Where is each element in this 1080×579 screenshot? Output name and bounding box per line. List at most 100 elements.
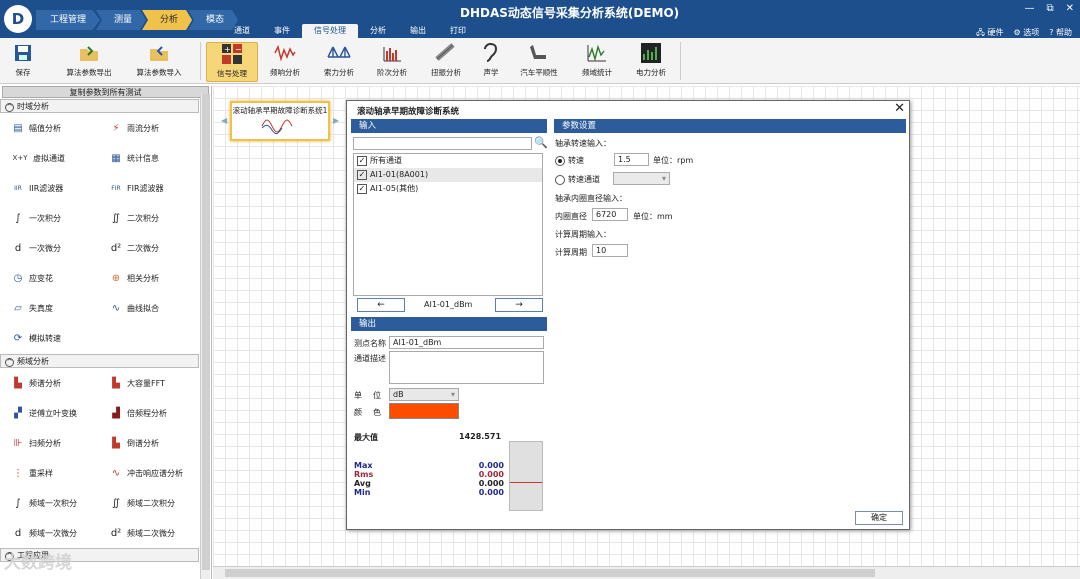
algo-iir-filter[interactable]: IIR IIR滤波器 [0,173,98,203]
acoustics-button[interactable]: 声学 [474,42,508,82]
algo-virtual-channel[interactable]: X+Y 虚拟通道 [0,143,98,173]
algo-sim-speed[interactable]: ⟳ 模拟转速 [0,323,98,353]
algo-amplitude[interactable]: ▤ 幅值分析 [0,113,98,143]
point-name-input[interactable]: AI1-01_dBm [389,336,544,349]
collapse-icon: ^ [5,103,14,112]
algo-freq-integral-2[interactable]: ∬ 频域二次积分 [98,488,196,518]
speed-channel-select[interactable]: ▾ [613,172,670,185]
current-channel-label: AI1-01_dBm [424,300,473,309]
algo-cepstrum[interactable]: ▙ 倒谱分析 [98,428,196,458]
freq-domain-section[interactable]: ^ 频域分析 [0,354,199,368]
checkbox-checked-icon[interactable]: ✓ [357,183,367,194]
derivative-icon: d [14,527,22,539]
unit-label: 单位 [354,391,381,400]
restore-button[interactable]: ⧉ [1046,3,1053,14]
radio-selected-icon[interactable] [555,155,565,166]
search-icon[interactable]: 🔍 [534,136,548,149]
close-window-button[interactable]: ✕ [1066,3,1074,14]
torsion-analysis-button[interactable]: 扭振分析 [424,42,468,82]
algo-resample[interactable]: ⋮ 重采样 [0,458,98,488]
channel-search-input[interactable] [353,137,532,150]
minimize-button[interactable]: — [1024,3,1034,14]
algo-correlation[interactable]: ⊕ 相关分析 [98,263,196,293]
resample-icon: ⋮ [13,467,23,479]
speed-input[interactable]: 1.5 [614,153,649,166]
freq-response-button[interactable]: 频响分析 [262,42,308,82]
ok-button[interactable]: 确定 [855,511,903,525]
speed-channel-radio[interactable]: 转速通道 [555,174,600,185]
algo-integral-1[interactable]: ∫ 一次积分 [0,203,98,233]
algo-spectrum[interactable]: ▙ 频谱分析 [0,368,98,398]
algo-derivative-1[interactable]: d 一次微分 [0,233,98,263]
import-params-button[interactable]: 算法参数导入 [130,42,188,82]
tab-analysis[interactable]: 分析 [358,24,398,38]
algo-curve-fit[interactable]: ∿ 曲线拟合 [98,293,196,323]
channel-all[interactable]: ✓ 所有通道 [354,154,542,168]
checkbox-checked-icon[interactable]: ✓ [357,169,367,180]
export-params-button[interactable]: 算法参数导出 [60,42,118,82]
algo-strain-rosette[interactable]: ◷ 应变花 [0,263,98,293]
algo-freq-integral-1[interactable]: ∫ 频域一次积分 [0,488,98,518]
tab-print[interactable]: 打印 [438,24,478,38]
next-channel-button[interactable]: → [495,298,543,312]
sim-speed-icon: ⟳ [13,332,23,344]
algo-derivative-2[interactable]: d² 二次微分 [98,233,196,263]
scrollbar-thumb[interactable] [202,94,210,570]
order-analysis-button[interactable]: 阶次分析 [370,42,414,82]
workflow-steps: 工程管理 测量 分析 模态 [36,10,239,30]
time-domain-section[interactable]: ^ 时域分析 [0,99,199,113]
algo-freq-derivative-1[interactable]: d 频域一次微分 [0,518,98,548]
save-button[interactable]: 保存 [4,42,42,82]
algo-sweep[interactable]: ⊪ 扫频分析 [0,428,98,458]
channel-desc-input[interactable] [389,351,544,384]
algo-octave[interactable]: ▟ 倍频程分析 [98,398,196,428]
sidebar-scrollbar[interactable] [200,94,210,579]
checkbox-checked-icon[interactable]: ✓ [357,155,367,166]
algo-statistics[interactable]: ▦ 统计信息 [98,143,196,173]
copy-params-all-button[interactable]: 复制参数到所有测试 [2,86,209,98]
algo-freq-derivative-2[interactable]: d² 频域二次微分 [98,518,196,548]
iir-filter-icon: IIR [14,184,22,192]
prev-channel-button[interactable]: ← [357,298,405,312]
freq-stat-button[interactable]: 频域统计 [576,42,618,82]
algo-distortion[interactable]: ▱ 失真度 [0,293,98,323]
workflow-step-measure[interactable]: 测量 [96,10,147,30]
channel-ai1-05[interactable]: ✓ AI1-05(其他) [354,182,542,196]
scrollbar-thumb[interactable] [225,569,875,577]
tab-signal-processing[interactable]: 信号处理 [302,24,358,38]
algo-fir-filter[interactable]: FIR FIR滤波器 [98,173,196,203]
tab-output[interactable]: 输出 [398,24,438,38]
channel-ai1-01[interactable]: ✓ AI1-01(8A001) [354,168,542,182]
radio-unselected-icon[interactable] [555,174,565,185]
bearing-diagnosis-node[interactable]: 滚动轴承早期故障诊断系统1 [230,101,330,141]
cable-force-button[interactable]: 索力分析 [316,42,362,82]
rainflow-icon: ⚡ [112,122,120,134]
speed-radio[interactable]: 转速 [555,155,584,166]
tab-event[interactable]: 事件 [262,24,302,38]
workflow-step-analysis[interactable]: 分析 [142,10,193,30]
svg-text:+: + [224,45,231,54]
algorithm-sidebar: 复制参数到所有测试 ^ 时域分析 ▤ 幅值分析 ⚡ 雨流分析 X+Y 虚拟通道 ▦ 统计信… [0,86,212,579]
signal-processing-button[interactable]: + − 信号处理 [206,42,258,82]
algo-integral-2[interactable]: ∬ 二次积分 [98,203,196,233]
period-input[interactable]: 10 [592,244,628,257]
algo-rainflow[interactable]: ⚡ 雨流分析 [98,113,196,143]
ride-comfort-button[interactable]: 汽车平顺性 [514,42,564,82]
spectrum-icon: ▙ [14,377,22,389]
color-swatch[interactable] [389,403,459,419]
strain-rosette-icon: ◷ [13,272,23,284]
canvas-hscrollbar[interactable] [213,566,1080,579]
channel-list: ✓ 所有通道 ✓ AI1-01(8A001) ✓ AI1-05(其他) [353,153,543,296]
power-analysis-button[interactable]: 电力分析 [630,42,672,82]
algo-shock-response[interactable]: ∿ 冲击响应谱分析 [98,458,196,488]
algo-large-fft[interactable]: ▙ 大容量FFT [98,368,196,398]
inner-diameter-input[interactable]: 6720 [592,208,628,221]
workflow-step-project[interactable]: 工程管理 [36,10,101,30]
unit-select[interactable]: dB ▾ [389,388,459,401]
waveform-icon [261,119,293,135]
tab-channel[interactable]: 通道 [222,24,262,38]
stat-max: Max 0.000 [354,461,504,470]
algo-ifft[interactable]: ▞ 逆傅立叶变换 [0,398,98,428]
sweep-icon: ⊪ [13,437,23,449]
dialog-close-button[interactable]: ✕ [894,101,905,116]
